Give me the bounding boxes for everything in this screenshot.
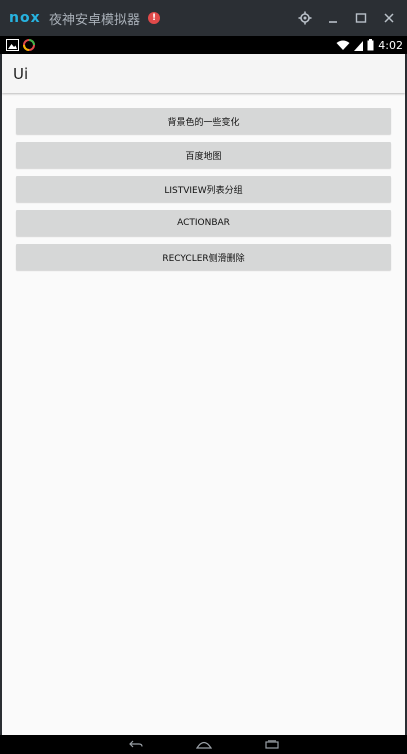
listview-group-button[interactable]: LISTVIEW列表分组 [16,176,391,202]
recycler-swipe-delete-button[interactable]: RECYCLER侧滑删除 [16,244,391,270]
page-title: Ui [13,64,29,83]
settings-gear-icon[interactable] [297,10,313,26]
signal-icon [354,36,364,55]
android-status-bar: 4:02 [0,36,407,54]
app-screen: Ui 背景色的一些变化 百度地图 LISTVIEW列表分组 ACTIONBAR … [2,54,405,735]
action-bar: Ui [2,54,405,93]
minimize-icon[interactable] [325,10,341,26]
window-controls [297,10,397,26]
button-list: 背景色的一些变化 百度地图 LISTVIEW列表分组 ACTIONBAR REC… [2,93,405,270]
android-navigation-bar [0,735,407,754]
battery-icon [367,36,374,55]
maximize-icon[interactable] [353,10,369,26]
alert-icon[interactable]: ! [148,12,161,24]
emulator-window: nox 夜神安卓模拟器 ! 4:02 Ui 背景色的一些变化 百度地图 LIST… [0,0,407,754]
nox-logo: nox [9,10,41,26]
wifi-icon [336,36,350,55]
actionbar-button[interactable]: ACTIONBAR [16,210,391,236]
app-notification-icon [23,36,35,55]
background-color-button[interactable]: 背景色的一些变化 [16,108,391,134]
emulator-title: 夜神安卓模拟器 [49,12,141,28]
baidu-map-button[interactable]: 百度地图 [16,142,391,168]
emulator-title-bar: nox 夜神安卓模拟器 ! [0,0,407,36]
close-icon[interactable] [381,10,397,26]
back-icon[interactable] [128,739,144,751]
status-time: 4:02 [378,38,403,52]
recent-apps-icon[interactable] [264,739,280,751]
home-icon[interactable] [195,739,212,751]
gallery-notification-icon [6,36,19,55]
